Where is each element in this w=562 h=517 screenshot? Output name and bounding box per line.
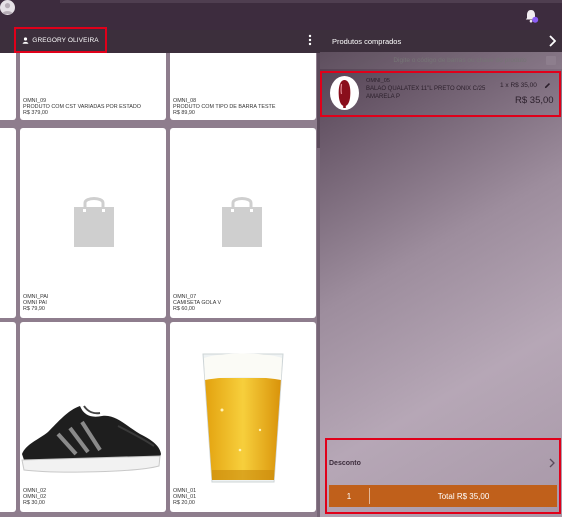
cart-item[interactable]: OMNI_05 BALAO QUALATEX 11"L PRETO ONIX C… — [320, 71, 561, 117]
barcode-input[interactable] — [380, 55, 540, 66]
discount-row[interactable]: Desconto — [327, 440, 559, 479]
top-bar — [0, 0, 562, 30]
bell-icon[interactable] — [523, 8, 539, 24]
kebab-menu-icon[interactable] — [306, 34, 314, 46]
product-card[interactable]: OMNI_02 OMNI_02 R$ 30,00 — [20, 322, 166, 512]
user-icon — [22, 36, 29, 44]
cart-item-qty-price: 1 x R$ 35,00 — [500, 82, 537, 89]
customer-name: GREGORY OLIVEIRA — [32, 36, 99, 44]
cart-header: Produtos comprados — [320, 30, 562, 52]
cart-item-name: BALAO QUALATEX 11"L PRETO ONIX C/25 AMAR… — [366, 86, 486, 100]
cart-footer: Desconto 1 Total R$ 35,00 — [325, 438, 561, 514]
top-strip — [60, 0, 562, 3]
chevron-right-icon[interactable] — [548, 35, 556, 47]
customer-selector[interactable]: GREGORY OLIVEIRA — [14, 27, 107, 53]
cart-panel: Produtos comprados OMNI_05 BALAO QUALATE… — [320, 30, 562, 517]
product-price: R$ 89,90 — [173, 110, 195, 116]
pencil-icon[interactable] — [544, 82, 551, 89]
avatar-icon[interactable] — [0, 0, 15, 15]
cart-item-code: OMNI_05 — [366, 78, 390, 84]
product-card-partial[interactable] — [0, 128, 16, 318]
barcode-bar — [320, 52, 562, 69]
product-thumbnail — [330, 76, 359, 110]
product-card[interactable]: OMNI_08 PRODUTO COM TIPO DE BARRA TESTE … — [170, 53, 316, 120]
sneaker-image — [21, 405, 161, 473]
product-card[interactable]: OMNI_01 OMNI_01 R$ 20,00 — [170, 322, 316, 512]
barcode-scan-icon[interactable] — [546, 56, 556, 65]
checkout-button[interactable]: 1 Total R$ 35,00 — [329, 485, 557, 507]
beer-glass-image — [202, 353, 284, 483]
product-grid: OMNI_09 PRODUTO COM CST VARIADAS POR EST… — [0, 53, 317, 517]
chevron-right-icon — [549, 458, 555, 468]
product-card[interactable]: OMNI_PAI OMNI PAI R$ 79,90 — [20, 128, 166, 318]
product-price: R$ 30,00 — [23, 500, 45, 506]
product-price: R$ 379,00 — [23, 110, 48, 116]
shopping-bag-placeholder-icon — [222, 197, 262, 247]
product-price: R$ 79,90 — [23, 306, 45, 312]
product-price: R$ 60,00 — [173, 306, 195, 312]
checkout-total-label: Total R$ 35,00 — [437, 491, 490, 501]
product-card[interactable]: OMNI_07 CAMISETA GOLA V R$ 60,00 — [170, 128, 316, 318]
product-card-partial[interactable] — [0, 53, 16, 120]
shopping-bag-placeholder-icon — [74, 197, 114, 247]
cart-item-total: R$ 35,00 — [515, 95, 554, 106]
discount-label: Desconto — [329, 460, 361, 467]
product-card-partial[interactable] — [0, 322, 16, 512]
cart-title: Produtos comprados — [332, 37, 402, 46]
product-card[interactable]: OMNI_09 PRODUTO COM CST VARIADAS POR EST… — [20, 53, 166, 120]
cart-count: 1 — [346, 491, 352, 501]
product-price: R$ 20,00 — [173, 500, 195, 506]
